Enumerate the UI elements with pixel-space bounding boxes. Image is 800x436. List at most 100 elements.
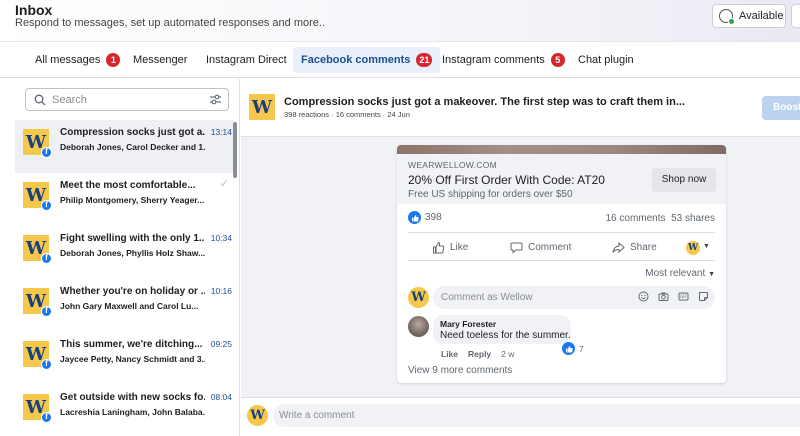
reaction-summary[interactable]: 398	[408, 211, 442, 224]
conversation-subject: This summer, we're ditching...	[60, 339, 203, 350]
thumbs-up-icon	[433, 241, 445, 254]
post-card: WEARWELLOW.COM 20% Off First Order With …	[397, 145, 726, 383]
share-count[interactable]: 53 shares	[671, 213, 715, 224]
like-reaction-icon	[562, 342, 575, 355]
like-label: Like	[450, 242, 469, 253]
view-more-comments-link[interactable]: View 9 more comments	[408, 365, 512, 376]
share-icon	[612, 241, 625, 254]
chevron-down-icon[interactable]: ▼	[703, 243, 710, 250]
comment-like-link[interactable]: Like	[441, 349, 458, 359]
conversation-subject: Fight swelling with the only 1...	[60, 233, 205, 244]
conversation-participants: Deborah Jones, Phyllis Holz Shaw...	[60, 248, 205, 258]
post-title[interactable]: Compression socks just got a makeover. T…	[284, 96, 685, 108]
tab-label: Chat plugin	[578, 54, 634, 66]
conversation-time: 09:25	[210, 339, 232, 349]
page-header: Inbox Respond to messages, set up automa…	[0, 0, 800, 42]
facebook-icon: f	[41, 359, 52, 370]
page-avatar: W	[408, 287, 429, 308]
reaction-count: 398	[425, 212, 442, 223]
comment-button[interactable]: Comment	[510, 241, 571, 254]
tab-label: Messenger	[133, 54, 188, 66]
conversation-item[interactable]: W f Compression socks just got a... Debo…	[15, 120, 235, 173]
page-title: Inbox	[15, 2, 53, 18]
ad-link-preview[interactable]: WEARWELLOW.COM 20% Off First Order With …	[397, 154, 726, 204]
like-button[interactable]: Like	[432, 241, 468, 254]
comment-author[interactable]: Mary Forester	[440, 319, 496, 329]
tab-label: Facebook comments	[301, 54, 411, 66]
facebook-icon: f	[41, 306, 52, 317]
commenter-avatar[interactable]	[408, 316, 429, 337]
conversation-subject: Meet the most comfortable...	[60, 180, 196, 191]
conversation-participants: John Gary Maxwell and Carol Lu...	[60, 301, 199, 311]
availability-button[interactable]: Available	[712, 4, 786, 28]
sticker-icon[interactable]	[698, 291, 709, 302]
tab-label: All messages	[35, 54, 101, 66]
facebook-icon: f	[41, 253, 52, 264]
share-button[interactable]: Share	[612, 241, 657, 254]
gif-icon[interactable]: GIF	[678, 291, 689, 302]
post-detail-panel: W Compression socks just got a makeover.…	[241, 79, 800, 436]
comment-reply-link[interactable]: Reply	[468, 349, 491, 359]
boost-button[interactable]: Boost	[762, 96, 800, 120]
conversation-time: 13:14	[210, 127, 232, 137]
list-scrollbar[interactable]	[233, 122, 237, 178]
conversation-item[interactable]: W f Fight swelling with the only 1... De…	[15, 226, 235, 279]
post-meta: 398 reactions · 16 comments · 24 Jun	[284, 110, 410, 119]
comment-label: Comment	[528, 242, 572, 253]
ad-description: Free US shipping for orders over $50	[408, 189, 573, 200]
svg-text:GIF: GIF	[680, 294, 687, 299]
write-comment-input[interactable]: Write a comment	[273, 404, 800, 427]
comment-count[interactable]: 16 comments	[605, 213, 665, 224]
tab-label: Instagram Direct	[206, 54, 287, 66]
conversation-time: 08:04	[210, 392, 232, 402]
conversation-subject: Compression socks just got a...	[60, 127, 205, 138]
page-subtitle: Respond to messages, set up automated re…	[15, 17, 326, 29]
conversation-item[interactable]: W f This summer, we're ditching... Jayce…	[15, 332, 235, 385]
comment-icon	[510, 242, 523, 254]
unread-badge: 1	[106, 53, 121, 67]
shop-now-button[interactable]: Shop now	[652, 168, 716, 192]
conversation-time: 10:16	[210, 286, 232, 296]
search-input[interactable]: Search	[25, 88, 229, 111]
comment-reaction-count: 7	[579, 343, 584, 354]
reply-composer: W Write a comment	[241, 397, 800, 436]
conversation-participants: Philip Montgomery, Sherry Yeager...	[60, 195, 205, 205]
conversation-item[interactable]: W f Meet the most comfortable... Philip …	[15, 173, 235, 226]
profile-status-icon	[719, 9, 735, 25]
comment-actions: Like Reply 2 w	[441, 349, 514, 359]
tab-facebook-comments[interactable]: Facebook comments 21	[293, 47, 441, 73]
conversation-participants: Jaycee Petty, Nancy Schmidt and 3...	[60, 354, 205, 364]
emoji-icon[interactable]	[638, 291, 649, 302]
tab-chat-plugin[interactable]: Chat plugin	[570, 47, 642, 73]
post-image[interactable]	[397, 145, 726, 154]
filter-icon[interactable]	[209, 93, 222, 106]
comment-age: 2 w	[501, 349, 515, 359]
tab-instagram-comments[interactable]: Instagram comments 5	[434, 47, 573, 73]
online-dot-icon	[728, 18, 735, 25]
comment-bubble: Mary Forester Need toeless for the summe…	[433, 315, 571, 344]
facebook-icon: f	[41, 200, 52, 211]
conversation-subject: Whether you're on holiday or ...	[60, 286, 205, 297]
conversation-participants: Deborah Jones, Carol Decker and 1...	[60, 142, 205, 152]
sort-comments-dropdown[interactable]: Most relevant ▼	[645, 268, 715, 279]
checkmark-icon: ✓	[219, 178, 229, 190]
ad-domain: WEARWELLOW.COM	[408, 160, 498, 170]
header-menu-button[interactable]	[791, 4, 800, 28]
page-avatar[interactable]: W	[686, 241, 700, 255]
brand-logo-icon: W	[249, 94, 275, 120]
conversation-subject: Get outside with new socks fo...	[60, 392, 205, 403]
conversation-item[interactable]: W f Get outside with new socks fo... Lac…	[15, 385, 235, 436]
conversation-item[interactable]: W f Whether you're on holiday or ... Joh…	[15, 279, 235, 332]
tab-messenger[interactable]: Messenger	[125, 47, 195, 73]
post-header: W Compression socks just got a makeover.…	[241, 79, 800, 137]
comment-reactions[interactable]: 7	[562, 342, 584, 355]
ad-headline: 20% Off First Order With Code: AT20	[408, 173, 605, 187]
conversation-list-panel: Search W f Compression socks just got a.…	[0, 79, 240, 436]
chevron-down-icon: ▼	[708, 271, 715, 278]
facebook-icon: f	[41, 412, 52, 423]
camera-icon[interactable]	[658, 291, 669, 302]
comment-input[interactable]: Comment as Wellow GIF	[433, 286, 715, 309]
tab-instagram-direct[interactable]: Instagram Direct	[198, 47, 295, 73]
tab-all-messages[interactable]: All messages 1	[27, 47, 128, 73]
comment-placeholder: Comment as Wellow	[441, 292, 533, 303]
